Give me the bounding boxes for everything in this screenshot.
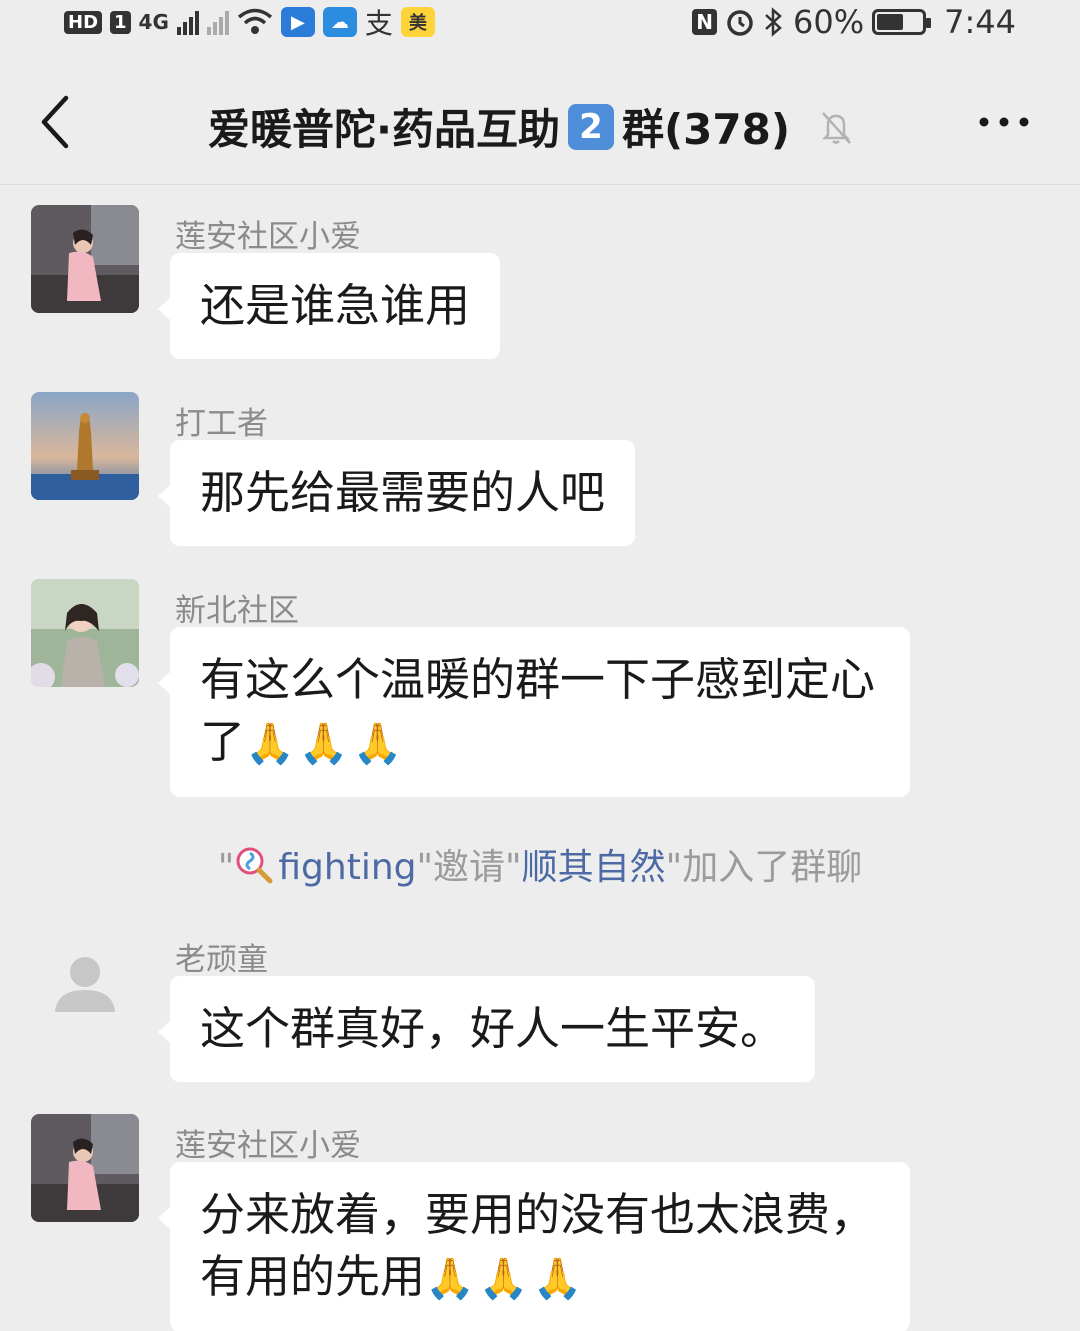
- message-bubble[interactable]: 还是谁急谁用: [157, 253, 501, 359]
- folded-hands-emoji: 🙏🙏🙏: [425, 1256, 587, 1302]
- meituan-icon: 美: [400, 7, 435, 37]
- alarm-icon: [727, 10, 753, 36]
- app-notify-icon: ▶: [280, 7, 315, 37]
- system-text-mid: "邀请": [416, 847, 522, 888]
- signal-2-icon: [206, 9, 229, 35]
- battery-icon: [872, 9, 932, 35]
- alipay-icon: 支: [364, 7, 393, 40]
- battery-percent: 60%: [793, 3, 865, 41]
- bell-off-icon: [822, 111, 851, 144]
- status-right: N 60% 7:44: [692, 3, 1016, 41]
- system-join-notice: " fighting"邀请"顺其自然"加入了群聊: [0, 838, 1080, 890]
- chat-title-part1: 爱暖普陀·药品互助: [208, 105, 560, 154]
- folded-hands-emoji: 🙏🙏🙏: [245, 721, 407, 767]
- message-bubble[interactable]: 分来放着，要用的没有也太浪费，有用的先用🙏🙏🙏: [158, 1162, 910, 1331]
- message-text: 还是谁急谁用: [200, 279, 471, 332]
- inviter-link[interactable]: fighting: [278, 847, 416, 888]
- lollipop-icon: [236, 847, 273, 884]
- wifi-icon: [237, 8, 272, 34]
- chat-title-part2: 群(378): [621, 105, 791, 154]
- chevron-left-icon[interactable]: [34, 90, 82, 154]
- bluetooth-icon: [765, 7, 782, 37]
- sender-name: 新北社区: [175, 593, 299, 629]
- system-quote: ": [217, 847, 235, 888]
- sender-name: 老顽童: [175, 942, 268, 978]
- signal-icon: [176, 9, 199, 35]
- avatar[interactable]: [31, 579, 139, 687]
- message-text: 那先给最需要的人吧: [200, 466, 606, 519]
- clock: 7:44: [944, 3, 1016, 41]
- chat-header: 爱暖普陀·药品互助 2 群(378): [0, 60, 1080, 185]
- system-text-tail: "加入了群聊: [665, 847, 863, 888]
- hd-icon: HD: [64, 10, 103, 34]
- avatar[interactable]: [31, 392, 139, 500]
- sender-name: 莲安社区小爱: [175, 219, 361, 255]
- message-bubble[interactable]: 有这么个温暖的群一下子感到定心了🙏🙏🙏: [158, 627, 910, 797]
- status-bar: HD 1 4G ▶ ☁ 支 美 N 60% 7:44: [0, 0, 1080, 44]
- message-bubble[interactable]: 这个群真好，好人一生平安。: [157, 976, 816, 1082]
- avatar[interactable]: [31, 1114, 139, 1222]
- default-avatar-icon[interactable]: [31, 928, 139, 1036]
- weather-icon: ☁: [322, 7, 357, 37]
- sim-icon: 1: [110, 10, 131, 34]
- sender-name: 打工者: [175, 406, 268, 442]
- invitee-link[interactable]: 顺其自然: [522, 847, 666, 888]
- sender-name: 莲安社区小爱: [175, 1128, 361, 1164]
- status-left: HD 1 4G ▶ ☁ 支 美: [64, 2, 435, 42]
- message-text: 这个群真好，好人一生平安。: [200, 1002, 786, 1055]
- chat-title: 爱暖普陀·药品互助 2 群(378): [208, 96, 856, 157]
- avatar[interactable]: [31, 205, 139, 313]
- keycap-two-badge: 2: [567, 103, 614, 150]
- nfc-icon: N: [692, 9, 718, 35]
- message-bubble[interactable]: 那先给最需要的人吧: [157, 440, 636, 546]
- more-horizontal-icon[interactable]: [976, 110, 1032, 134]
- network-type: 4G: [138, 10, 169, 34]
